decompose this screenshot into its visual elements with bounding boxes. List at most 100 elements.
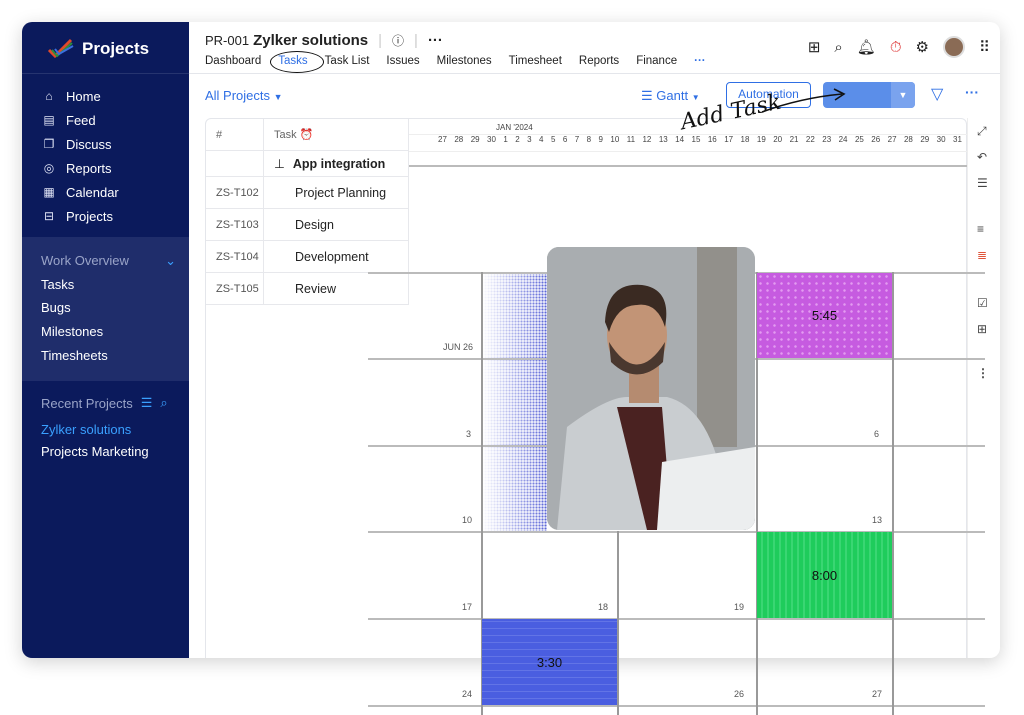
- calendar-event[interactable]: 8:00: [757, 532, 892, 618]
- gantt-day-label: 31: [953, 135, 962, 144]
- more-icon[interactable]: ···: [965, 84, 979, 100]
- filter-icon[interactable]: ▽: [931, 84, 943, 104]
- gantt-day-label: 10: [610, 135, 620, 144]
- task-name[interactable]: Review: [264, 273, 409, 305]
- view-dropdown[interactable]: ☰ Gantt ▼: [641, 88, 700, 104]
- alarm-icon: ⏰: [299, 129, 314, 141]
- nav-reports[interactable]: ◎ Reports: [42, 156, 182, 180]
- chevron-down-icon[interactable]: ⌄: [165, 253, 176, 269]
- header: PR-001 Zylker solutions | ⓘ | ··· Dashboard T…: [189, 22, 1000, 74]
- nav-feed[interactable]: ▤ Feed: [42, 108, 182, 132]
- expand-icon[interactable]: ⤢: [977, 124, 987, 139]
- header-actions: ⊞ ⌕ 🔔︎ ⏱ ⚙ ⠿: [808, 36, 990, 58]
- bell-icon[interactable]: 🔔︎: [857, 38, 876, 56]
- gear-icon[interactable]: ⚙: [916, 38, 929, 56]
- project-filter-dropdown[interactable]: All Projects ▼: [205, 88, 283, 103]
- tab-timesheet[interactable]: Timesheet: [509, 55, 562, 67]
- wo-item-milestones[interactable]: Milestones: [41, 324, 103, 339]
- nav-label: Calendar: [66, 184, 119, 200]
- gantt-day-label: 17: [724, 135, 734, 144]
- gantt-day-row: 27 28 29 30 1 2 3 4 5 6 7 8 9 10 11 12 13 14 15 16 17 18 19 20 2…: [432, 135, 968, 144]
- gantt-day-label: 13: [658, 135, 668, 144]
- nav-label: Projects: [66, 208, 113, 224]
- event-time: 5:45: [811, 308, 838, 323]
- widgets-icon[interactable]: ⊞: [977, 322, 987, 336]
- gantt-day-label: 29: [920, 135, 930, 144]
- gantt-day-label: 6: [562, 135, 568, 144]
- header-label: Task: [274, 128, 297, 141]
- wo-item-bugs[interactable]: Bugs: [41, 300, 71, 315]
- more-vertical-icon[interactable]: ⋮: [977, 366, 989, 380]
- apps-grid-icon[interactable]: ⠿: [979, 38, 990, 56]
- calendar-event[interactable]: 5:45: [757, 273, 892, 358]
- app-logo[interactable]: Projects: [46, 38, 149, 60]
- nav-discuss[interactable]: ❐ Discuss: [42, 132, 182, 156]
- tab-finance[interactable]: Finance: [636, 55, 677, 67]
- tab-milestones[interactable]: Milestones: [437, 55, 492, 67]
- recent-projects-header: Recent Projects ☰ ⌕: [41, 395, 168, 411]
- section-title: Work Overview: [41, 253, 129, 268]
- settings-sliders-icon[interactable]: ☰: [977, 176, 988, 190]
- list-icon[interactable]: ≡: [977, 222, 984, 236]
- tab-issues[interactable]: Issues: [386, 55, 419, 67]
- task-id: ZS-T103: [206, 209, 264, 241]
- gantt-day-label: 2: [515, 135, 520, 144]
- wo-item-tasks[interactable]: Tasks: [41, 277, 74, 292]
- work-overview-section: Work Overview ⌄ Tasks Bugs Milestones Tim…: [22, 237, 189, 381]
- main-nav: ⌂ Home ▤ Feed ❐ Discuss ◎ Reports ▦ Calendar …: [42, 84, 182, 228]
- gantt-day-label: 30: [936, 135, 946, 144]
- avatar[interactable]: [943, 36, 965, 58]
- gantt-day-label: 19: [756, 135, 766, 144]
- wo-item-timesheets[interactable]: Timesheets: [41, 348, 108, 363]
- edit-calendar-icon[interactable]: ☑: [977, 296, 988, 310]
- tab-task-list[interactable]: Task List: [325, 55, 370, 67]
- right-tool-rail: ⤢ ↶ ☰ ≡ ≣ ☑ ⊞ ⋮: [967, 118, 1000, 658]
- gantt-day-label: 1: [503, 135, 508, 144]
- search-icon[interactable]: ⌕: [160, 395, 167, 411]
- gantt-day-label: 25: [854, 135, 864, 144]
- task-id: ZS-T102: [206, 177, 264, 209]
- sidebar: Projects ⌂ Home ▤ Feed ❐ Discuss ◎ Reports ▦…: [22, 22, 189, 658]
- event-time: 3:30: [536, 654, 563, 670]
- tab-tasks[interactable]: Tasks: [270, 51, 325, 73]
- signpost-icon: ⊥: [274, 157, 285, 171]
- dropdown-label: All Projects: [205, 88, 271, 103]
- search-icon[interactable]: ⌕: [834, 39, 842, 56]
- task-id: ZS-T104: [206, 241, 264, 273]
- nav-calendar[interactable]: ▦ Calendar: [42, 180, 182, 204]
- settings-sliders-icon[interactable]: ☰: [141, 395, 153, 411]
- caret-down-icon: ▼: [273, 92, 283, 102]
- calendar-icon: ▦: [43, 185, 55, 199]
- project-tabs: Dashboard Tasks Task List Issues Milesto…: [205, 51, 706, 73]
- more-tabs-icon[interactable]: ···: [694, 55, 706, 67]
- calendar-event[interactable]: 3:30: [482, 619, 617, 705]
- info-icon[interactable]: ⓘ: [392, 32, 404, 49]
- column-header-task[interactable]: Task ⏰: [264, 119, 409, 151]
- nav-home[interactable]: ⌂ Home: [42, 84, 182, 108]
- gantt-day-label: 14: [675, 135, 685, 144]
- gantt-day-label: 7: [574, 135, 580, 144]
- report-icon[interactable]: ≣: [977, 248, 987, 262]
- more-icon[interactable]: ···: [428, 32, 443, 49]
- task-name[interactable]: Design: [264, 209, 409, 241]
- timer-icon[interactable]: ⏱: [890, 39, 902, 56]
- gantt-day-label: 30: [487, 135, 496, 144]
- task-name[interactable]: Project Planning: [264, 177, 409, 209]
- undo-icon[interactable]: ↶: [977, 150, 987, 164]
- recent-project-marketing[interactable]: Projects Marketing: [41, 444, 149, 459]
- tab-reports[interactable]: Reports: [579, 55, 619, 67]
- gantt-day-label: 3: [527, 135, 532, 144]
- column-header-id: #: [206, 119, 264, 151]
- recent-project-zylker[interactable]: Zylker solutions: [41, 422, 131, 437]
- add-icon[interactable]: ⊞: [808, 38, 821, 56]
- tab-dashboard[interactable]: Dashboard: [205, 55, 261, 67]
- work-overview-header[interactable]: Work Overview ⌄: [41, 253, 176, 269]
- date-label: 17: [462, 602, 473, 612]
- gantt-day-label: 12: [642, 135, 652, 144]
- task-name[interactable]: Development: [264, 241, 409, 273]
- feed-icon: ▤: [43, 113, 55, 127]
- gantt-group-bar: [409, 165, 968, 167]
- task-group-row[interactable]: ⊥ App integration: [264, 151, 409, 177]
- caret-down-icon[interactable]: ▼: [891, 82, 915, 108]
- nav-projects[interactable]: ⊟ Projects: [42, 204, 182, 228]
